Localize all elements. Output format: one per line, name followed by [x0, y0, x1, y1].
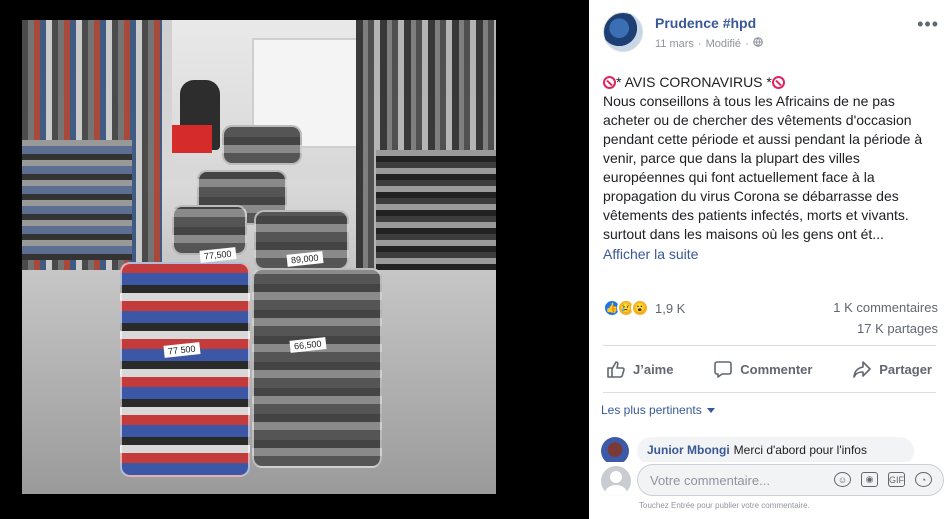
comment-label: Commenter — [740, 361, 813, 377]
meta-separator: · — [745, 37, 749, 50]
post-line: pendant cette période et aussi pendant l… — [603, 131, 923, 147]
post-photo[interactable]: 77 500 66,500 77,500 89,000 — [22, 20, 496, 494]
photo-shelf-right — [376, 150, 496, 270]
comments-count-link[interactable]: 1 K commentaires — [833, 300, 938, 315]
globe-icon[interactable] — [752, 37, 763, 50]
post-line: surtout dans les maisons où les gens ont… — [603, 226, 884, 242]
photo-shelf-left — [22, 140, 132, 260]
divider — [603, 345, 936, 346]
more-options-button[interactable]: ••• — [917, 14, 939, 35]
photo-red-bin — [172, 125, 212, 153]
comment-sort-dropdown[interactable]: Les plus pertinents — [601, 403, 715, 417]
no-entry-icon — [603, 76, 616, 89]
shares-count-link[interactable]: 17 K partages — [857, 321, 938, 336]
reactions-count: 1,9 K — [655, 300, 686, 316]
post-panel: Prudence #hpd 11 mars · Modifié · ••• * … — [589, 0, 950, 519]
commenter-avatar[interactable] — [601, 437, 629, 465]
camera-icon[interactable]: ◉ — [861, 472, 878, 487]
post-actions: J’aime Commenter Partager — [603, 352, 936, 386]
post-line: venir, parce que dans la plupart des vil… — [603, 150, 860, 166]
current-user-avatar — [601, 466, 631, 496]
comment-button[interactable]: Commenter — [710, 352, 816, 386]
wow-icon: 😮 — [631, 299, 649, 317]
reactions-summary[interactable]: 👍 😢 😮 1,9 K — [603, 299, 685, 317]
emoji-icon[interactable]: ☺ — [834, 472, 851, 487]
post-line: Nous conseillons à tous les Africains de… — [603, 93, 895, 109]
comment-item: Junior Mbongi Merci d'abord pour l'infos — [601, 437, 936, 465]
post-date[interactable]: 11 mars — [655, 38, 694, 50]
comment-icon — [714, 360, 733, 378]
commenter-name[interactable]: Junior Mbongi — [647, 443, 730, 457]
edited-label[interactable]: Modifié — [706, 38, 741, 50]
author-avatar[interactable] — [603, 12, 643, 52]
post-line: acheter ou de chercher des vêtements d'o… — [603, 112, 912, 128]
clothing-bale — [222, 125, 302, 165]
comment-bubble: Junior Mbongi Merci d'abord pour l'infos — [637, 437, 914, 465]
post-title: * AVIS CORONAVIRUS * — [616, 74, 772, 90]
like-button[interactable]: J’aime — [603, 352, 677, 386]
sticker-icon[interactable]: ◔ — [915, 472, 932, 487]
post-viewer: 77 500 66,500 77,500 89,000 Prudence #hp… — [0, 0, 950, 519]
clothing-bale — [172, 205, 247, 255]
share-label: Partager — [879, 361, 932, 377]
divider — [603, 392, 936, 393]
comment-text: Merci d'abord pour l'infos — [733, 443, 867, 457]
thumbs-up-icon — [607, 360, 625, 378]
author-name[interactable]: Prudence #hpd — [655, 15, 756, 31]
clothing-bale — [120, 262, 250, 477]
like-label: J’aime — [633, 361, 674, 377]
post-text: * AVIS CORONAVIRUS * Nous conseillons à … — [603, 73, 938, 264]
post-title-line: * AVIS CORONAVIRUS * — [603, 73, 938, 92]
share-icon — [853, 360, 872, 378]
caret-down-icon — [706, 407, 715, 413]
post-line: vêtements des patients infectés, morts e… — [603, 207, 909, 223]
price-tag: 77,500 — [199, 247, 237, 263]
no-entry-icon — [771, 76, 785, 89]
post-line: propagation du virus Corona se débarrass… — [603, 188, 899, 204]
post-header: Prudence #hpd 11 mars · Modifié · ••• — [603, 12, 943, 54]
composer-hint: Touchez Entrée pour publier votre commen… — [639, 501, 810, 510]
post-line: européennes qui font actuellement face à… — [603, 169, 875, 185]
composer-tools: ☺ ◉ GIF ◔ — [834, 472, 932, 487]
see-more-link[interactable]: Afficher la suite — [603, 246, 698, 262]
clothing-bale — [252, 268, 382, 468]
comment-sort-label: Les plus pertinents — [601, 403, 702, 417]
post-stats: 👍 😢 😮 1,9 K 1 K commentaires 17 K partag… — [603, 297, 938, 341]
meta-separator: · — [697, 37, 702, 50]
gif-icon[interactable]: GIF — [888, 472, 905, 487]
post-meta: 11 mars · Modifié · — [655, 37, 763, 50]
comment-composer: Votre commentaire... ☺ ◉ GIF ◔ Touchez E… — [589, 462, 950, 519]
share-button[interactable]: Partager — [849, 352, 936, 386]
